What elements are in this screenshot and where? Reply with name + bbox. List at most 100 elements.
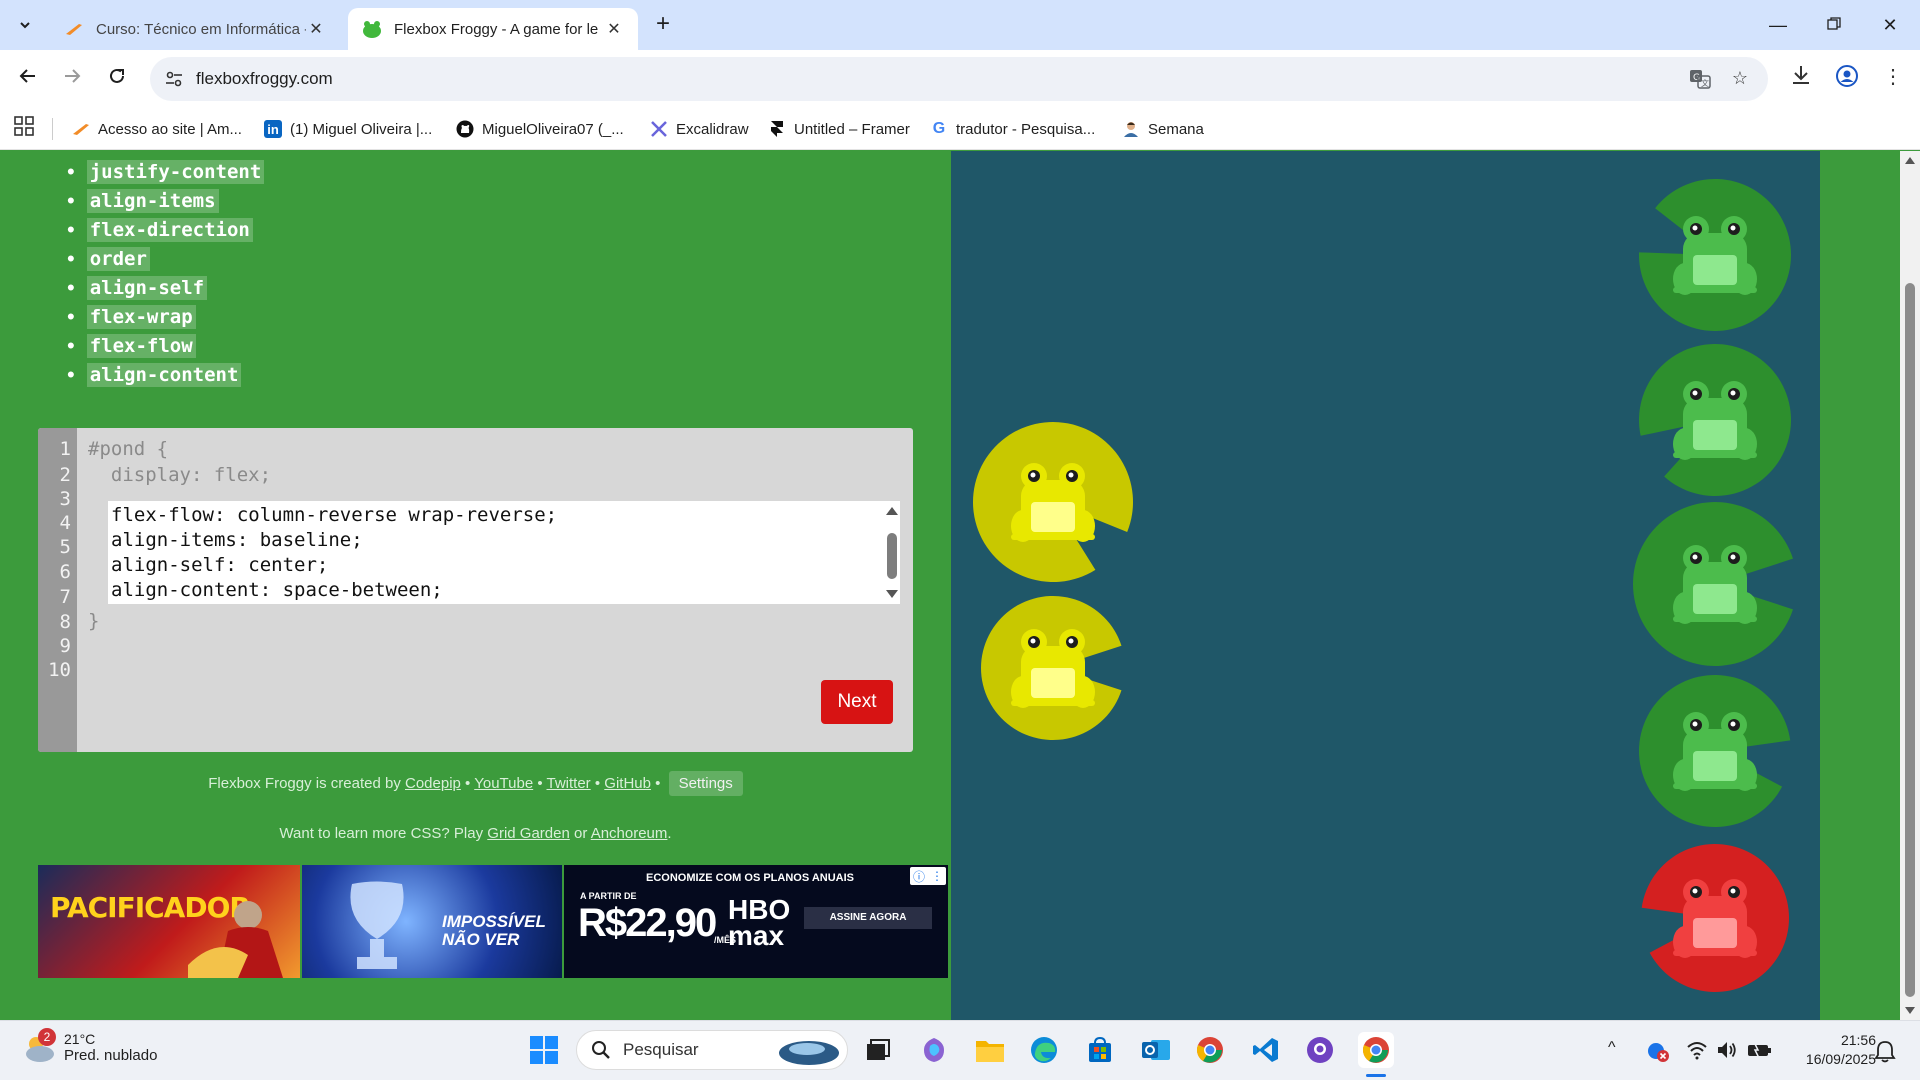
tab-flexbox-froggy[interactable]: Flexbox Froggy - A game for le ✕ [348, 8, 638, 50]
new-tab-button[interactable]: + [650, 12, 676, 38]
linkedin-icon: in [264, 120, 282, 138]
scroll-thumb[interactable] [887, 533, 897, 579]
scroll-up-icon[interactable] [886, 507, 898, 515]
line-number: 7 [59, 586, 71, 608]
vscode-button[interactable] [1248, 1032, 1284, 1068]
sidebar: justify-content align-items flex-directi… [0, 151, 951, 1020]
scroll-up-icon[interactable] [1905, 157, 1915, 164]
site-info-icon[interactable] [164, 69, 184, 89]
close-tab-icon[interactable]: ✕ [604, 19, 624, 39]
tab-curso[interactable]: Curso: Técnico em Informática - ✕ [50, 8, 340, 50]
bookmark-semana[interactable]: Semana [1122, 116, 1204, 142]
page-scrollbar[interactable] [1900, 151, 1920, 1020]
bookmark-framer[interactable]: Untitled – Framer [768, 116, 910, 142]
excalidraw-icon [650, 120, 668, 138]
svg-text:文: 文 [1701, 78, 1709, 88]
reload-button[interactable] [101, 63, 133, 95]
github-link[interactable]: GitHub [604, 775, 651, 792]
scroll-down-icon[interactable] [1905, 1007, 1915, 1014]
scroll-thumb[interactable] [1905, 283, 1915, 997]
task-view-button[interactable] [860, 1032, 896, 1068]
grid-garden-link[interactable]: Grid Garden [487, 825, 570, 842]
back-button[interactable] [12, 63, 44, 95]
profile-icon[interactable] [1832, 64, 1862, 94]
bookmark-label: (1) Miguel Oliveira |... [290, 120, 433, 138]
forward-button[interactable] [56, 63, 88, 95]
textarea-scrollbar[interactable] [883, 501, 900, 604]
advertisement-banner[interactable]: PACIFICADOR IMPOSSÍVEL NÃO VER ECONOMIZE… [38, 865, 948, 978]
bookmark-github[interactable]: MiguelOliveira07 (_... [456, 116, 624, 142]
restore-button[interactable] [1814, 10, 1854, 40]
list-item: align-content [67, 360, 264, 389]
frog-part [1730, 554, 1736, 560]
wifi-icon[interactable] [1686, 1039, 1708, 1061]
close-tab-icon[interactable]: ✕ [306, 19, 326, 39]
chrome-button[interactable] [1192, 1032, 1228, 1068]
weather-widget[interactable]: 2 21°C Pred. nublado [22, 1027, 157, 1064]
volume-icon[interactable] [1716, 1039, 1738, 1061]
start-button[interactable] [526, 1032, 562, 1068]
css-input-textarea[interactable]: flex-flow: column-reverse wrap-reverse; … [108, 501, 900, 604]
battery-icon[interactable] [1746, 1039, 1772, 1061]
ad-cta-button[interactable]: ASSINE AGORA [804, 907, 932, 929]
bookmark-label: MiguelOliveira07 (_... [482, 120, 624, 138]
minimize-button[interactable]: — [1758, 10, 1798, 40]
framer-icon [768, 120, 786, 138]
frog-part [1030, 472, 1036, 478]
tab-search-button[interactable] [10, 10, 40, 40]
copilot-button[interactable] [916, 1032, 952, 1068]
weather-badge: 2 [38, 1027, 56, 1046]
bookmark-tradutor[interactable]: G tradutor - Pesquisa... [930, 116, 1095, 142]
apps-grid-icon[interactable] [14, 116, 34, 136]
settings-button[interactable]: Settings [668, 771, 743, 796]
security-alert-icon[interactable] [1646, 1039, 1670, 1063]
ad-panel-pacificador[interactable]: PACIFICADOR [38, 865, 300, 978]
next-button[interactable]: Next [821, 680, 893, 724]
line-number: 2 [59, 464, 71, 486]
frog-part [1673, 783, 1757, 789]
bookmark-label: Acesso ao site | Am... [98, 120, 242, 138]
frog-part [1693, 584, 1737, 614]
taskbar-search[interactable]: Pesquisar [576, 1030, 848, 1070]
orange-arrow-icon [72, 120, 90, 138]
notifications-bell-icon[interactable] [1874, 1039, 1896, 1063]
bookmark-excalidraw[interactable]: Excalidraw [650, 116, 749, 142]
codepip-link[interactable]: Codepip [405, 775, 461, 792]
frog-part [1673, 950, 1757, 956]
github-desktop-button[interactable] [1302, 1032, 1338, 1068]
ad-panel-hbo[interactable]: ECONOMIZE COM OS PLANOS ANUAIS A PARTIR … [564, 865, 948, 978]
youtube-link[interactable]: YouTube [474, 775, 533, 792]
downloads-icon[interactable] [1786, 64, 1816, 94]
line-number: 9 [59, 635, 71, 657]
translate-icon[interactable]: G文 [1688, 68, 1712, 92]
show-hidden-icons-icon[interactable]: ^ [1608, 1039, 1616, 1057]
store-button[interactable] [1082, 1032, 1118, 1068]
ad-panel-champions[interactable]: IMPOSSÍVEL NÃO VER [302, 865, 562, 978]
copilot-icon [924, 1038, 944, 1062]
hero-figure-icon [188, 901, 283, 978]
file-explorer-button[interactable] [972, 1032, 1008, 1068]
line-number: 3 [59, 488, 71, 510]
frog-part [1011, 534, 1095, 540]
frog-part [1693, 255, 1737, 285]
anchoreum-link[interactable]: Anchoreum [591, 825, 668, 842]
list-item: order [67, 244, 264, 273]
menu-kebab-icon[interactable]: ⋮ [1878, 64, 1908, 94]
yellow-frog-on-lilypad [973, 421, 1133, 582]
twitter-link[interactable]: Twitter [547, 775, 591, 792]
close-window-button[interactable]: ✕ [1870, 10, 1910, 40]
system-clock[interactable]: 21:56 16/09/2025 [1786, 1031, 1876, 1069]
address-bar[interactable]: flexboxfroggy.com G文 ☆ [150, 57, 1768, 101]
edge-button[interactable] [1026, 1032, 1062, 1068]
bookmark-acesso[interactable]: Acesso ao site | Am... [72, 116, 242, 142]
url-text: flexboxfroggy.com [196, 69, 333, 88]
bookmark-star-icon[interactable]: ☆ [1728, 68, 1752, 92]
outlook-button[interactable] [1138, 1032, 1174, 1068]
scroll-down-icon[interactable] [886, 590, 898, 598]
frog-part [1730, 225, 1736, 231]
bookmark-linkedin[interactable]: in (1) Miguel Oliveira |... [264, 116, 432, 142]
edge-icon [1031, 1037, 1057, 1063]
ad-choices-icon[interactable]: ⓘ ⋮ [910, 867, 946, 885]
chrome-active-button[interactable] [1358, 1032, 1394, 1068]
search-icon [592, 1041, 610, 1059]
